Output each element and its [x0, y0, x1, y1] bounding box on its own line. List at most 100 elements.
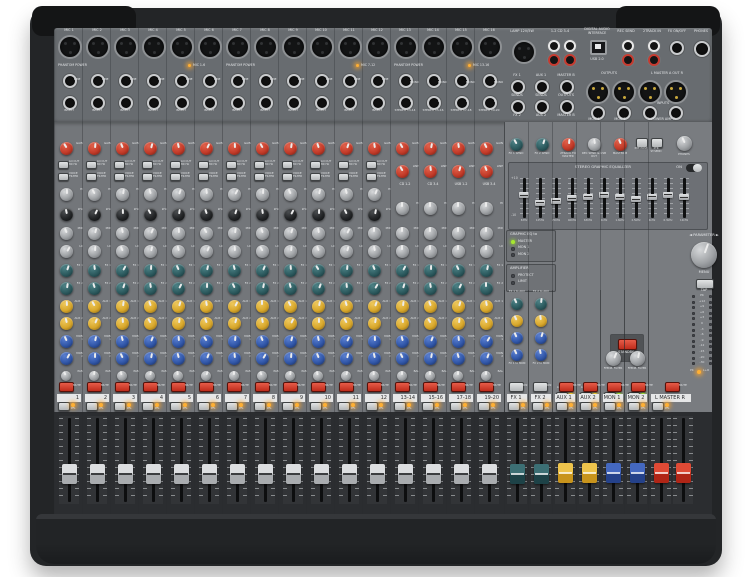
- mid-knob[interactable]: [480, 227, 493, 240]
- hi-knob[interactable]: [144, 188, 157, 201]
- fx-1-knob[interactable]: [88, 264, 101, 277]
- mon-2-knob[interactable]: [88, 352, 101, 365]
- pan-knob[interactable]: [229, 371, 239, 381]
- fx-2-knob[interactable]: [424, 282, 437, 295]
- fader-handle[interactable]: [370, 464, 385, 484]
- mute-button[interactable]: [311, 382, 326, 392]
- mute-button[interactable]: [283, 382, 298, 392]
- aux-1-knob[interactable]: [312, 300, 325, 313]
- fx-1-knob[interactable]: [312, 264, 325, 277]
- mid-knob[interactable]: [368, 227, 381, 240]
- mute-button[interactable]: [665, 382, 680, 392]
- hi-knob[interactable]: [368, 188, 381, 201]
- mon-2-knob[interactable]: [200, 352, 213, 365]
- fader-handle[interactable]: [454, 464, 469, 484]
- mon-1-knob[interactable]: [368, 335, 381, 348]
- lo-knob[interactable]: [480, 245, 493, 258]
- mid-knob[interactable]: [284, 227, 297, 240]
- fx-1-knob[interactable]: [172, 264, 185, 277]
- fader-handle[interactable]: [398, 464, 413, 484]
- mon-1-knob[interactable]: [256, 335, 269, 348]
- channel-button-lo-cut-80-hz[interactable]: [198, 161, 209, 169]
- channel-button-lo-cut-80-hz[interactable]: [142, 161, 153, 169]
- fader-handle[interactable]: [314, 464, 329, 484]
- parameter-knob[interactable]: [691, 242, 717, 268]
- mute-button[interactable]: [59, 382, 74, 392]
- pfl-button[interactable]: [556, 402, 568, 411]
- khz-knob[interactable]: [200, 208, 213, 221]
- mute-button[interactable]: [479, 382, 494, 392]
- mon-1-knob[interactable]: [396, 335, 409, 348]
- fx-1-knob[interactable]: [396, 264, 409, 277]
- mon-2-knob[interactable]: [452, 352, 465, 365]
- mute-button[interactable]: [451, 382, 466, 392]
- channel-button-lo-cut-80-hz[interactable]: [338, 161, 349, 169]
- mute-button[interactable]: [395, 382, 410, 392]
- khz-knob[interactable]: [88, 208, 101, 221]
- mute-button[interactable]: [423, 382, 438, 392]
- mon-1-knob[interactable]: [228, 335, 241, 348]
- lo-knob[interactable]: [60, 245, 73, 258]
- mon-1-knob[interactable]: [424, 335, 437, 348]
- pfl-button[interactable]: [628, 402, 640, 411]
- mon-2-knob[interactable]: [144, 352, 157, 365]
- aux-1-knob[interactable]: [284, 300, 297, 313]
- fx-2-knob[interactable]: [340, 282, 353, 295]
- aux-1-knob[interactable]: [256, 300, 269, 313]
- channel-button-voice-filter[interactable]: [86, 173, 97, 181]
- aux-2-knob[interactable]: [200, 317, 213, 330]
- master-fader-handle[interactable]: [510, 464, 525, 484]
- mid-knob[interactable]: [256, 227, 269, 240]
- fader-handle[interactable]: [90, 464, 105, 484]
- lo-knob[interactable]: [88, 245, 101, 258]
- pan-knob[interactable]: [257, 371, 267, 381]
- pan-knob[interactable]: [173, 371, 183, 381]
- fx-on-button[interactable]: [533, 382, 548, 392]
- fx-2-knob[interactable]: [200, 282, 213, 295]
- aux-2-knob[interactable]: [284, 317, 297, 330]
- pan-knob[interactable]: [89, 371, 99, 381]
- aux-2-knob[interactable]: [368, 317, 381, 330]
- gain-knob[interactable]: [312, 142, 325, 155]
- mon-2-knob[interactable]: [256, 352, 269, 365]
- channel-button-lo-cut-80-hz[interactable]: [226, 161, 237, 169]
- mon-1-knob[interactable]: [340, 335, 353, 348]
- channel-button-lo-cut-80-hz[interactable]: [170, 161, 181, 169]
- channel-button-voice-filter[interactable]: [254, 173, 265, 181]
- aux-2-knob[interactable]: [452, 317, 465, 330]
- pfl-button[interactable]: [142, 402, 154, 411]
- gain-knob[interactable]: [88, 142, 101, 155]
- mid-knob[interactable]: [452, 227, 465, 240]
- mon-2-knob[interactable]: [368, 352, 381, 365]
- fader-handle[interactable]: [286, 464, 301, 484]
- hi-knob[interactable]: [452, 202, 465, 215]
- fx-2-knob[interactable]: [60, 282, 73, 295]
- khz-knob[interactable]: [144, 208, 157, 221]
- gain-knob[interactable]: [256, 142, 269, 155]
- fader-handle[interactable]: [202, 464, 217, 484]
- gain-mic-knob[interactable]: [424, 142, 437, 155]
- aux-1-knob[interactable]: [172, 300, 185, 313]
- khz-knob[interactable]: [116, 208, 129, 221]
- fx-1-knob[interactable]: [284, 264, 297, 277]
- mute-button[interactable]: [631, 382, 646, 392]
- fx-on-button[interactable]: [509, 382, 524, 392]
- mon-1-knob[interactable]: [60, 335, 73, 348]
- lo-knob[interactable]: [396, 245, 409, 258]
- mid-knob[interactable]: [172, 227, 185, 240]
- hi-knob[interactable]: [396, 202, 409, 215]
- master-fader-handle[interactable]: [606, 463, 621, 483]
- hi-knob[interactable]: [424, 202, 437, 215]
- aux-1-knob[interactable]: [368, 300, 381, 313]
- aux-1-knob[interactable]: [452, 300, 465, 313]
- fx-1-knob[interactable]: [424, 264, 437, 277]
- hi-knob[interactable]: [284, 188, 297, 201]
- aux-1-knob[interactable]: [88, 300, 101, 313]
- fx-2-knob[interactable]: [88, 282, 101, 295]
- fx-1-knob[interactable]: [228, 264, 241, 277]
- mute-button[interactable]: [171, 382, 186, 392]
- lo-knob[interactable]: [116, 245, 129, 258]
- khz-knob[interactable]: [312, 208, 325, 221]
- fx-2-knob[interactable]: [480, 282, 493, 295]
- mon-1-knob[interactable]: [480, 335, 493, 348]
